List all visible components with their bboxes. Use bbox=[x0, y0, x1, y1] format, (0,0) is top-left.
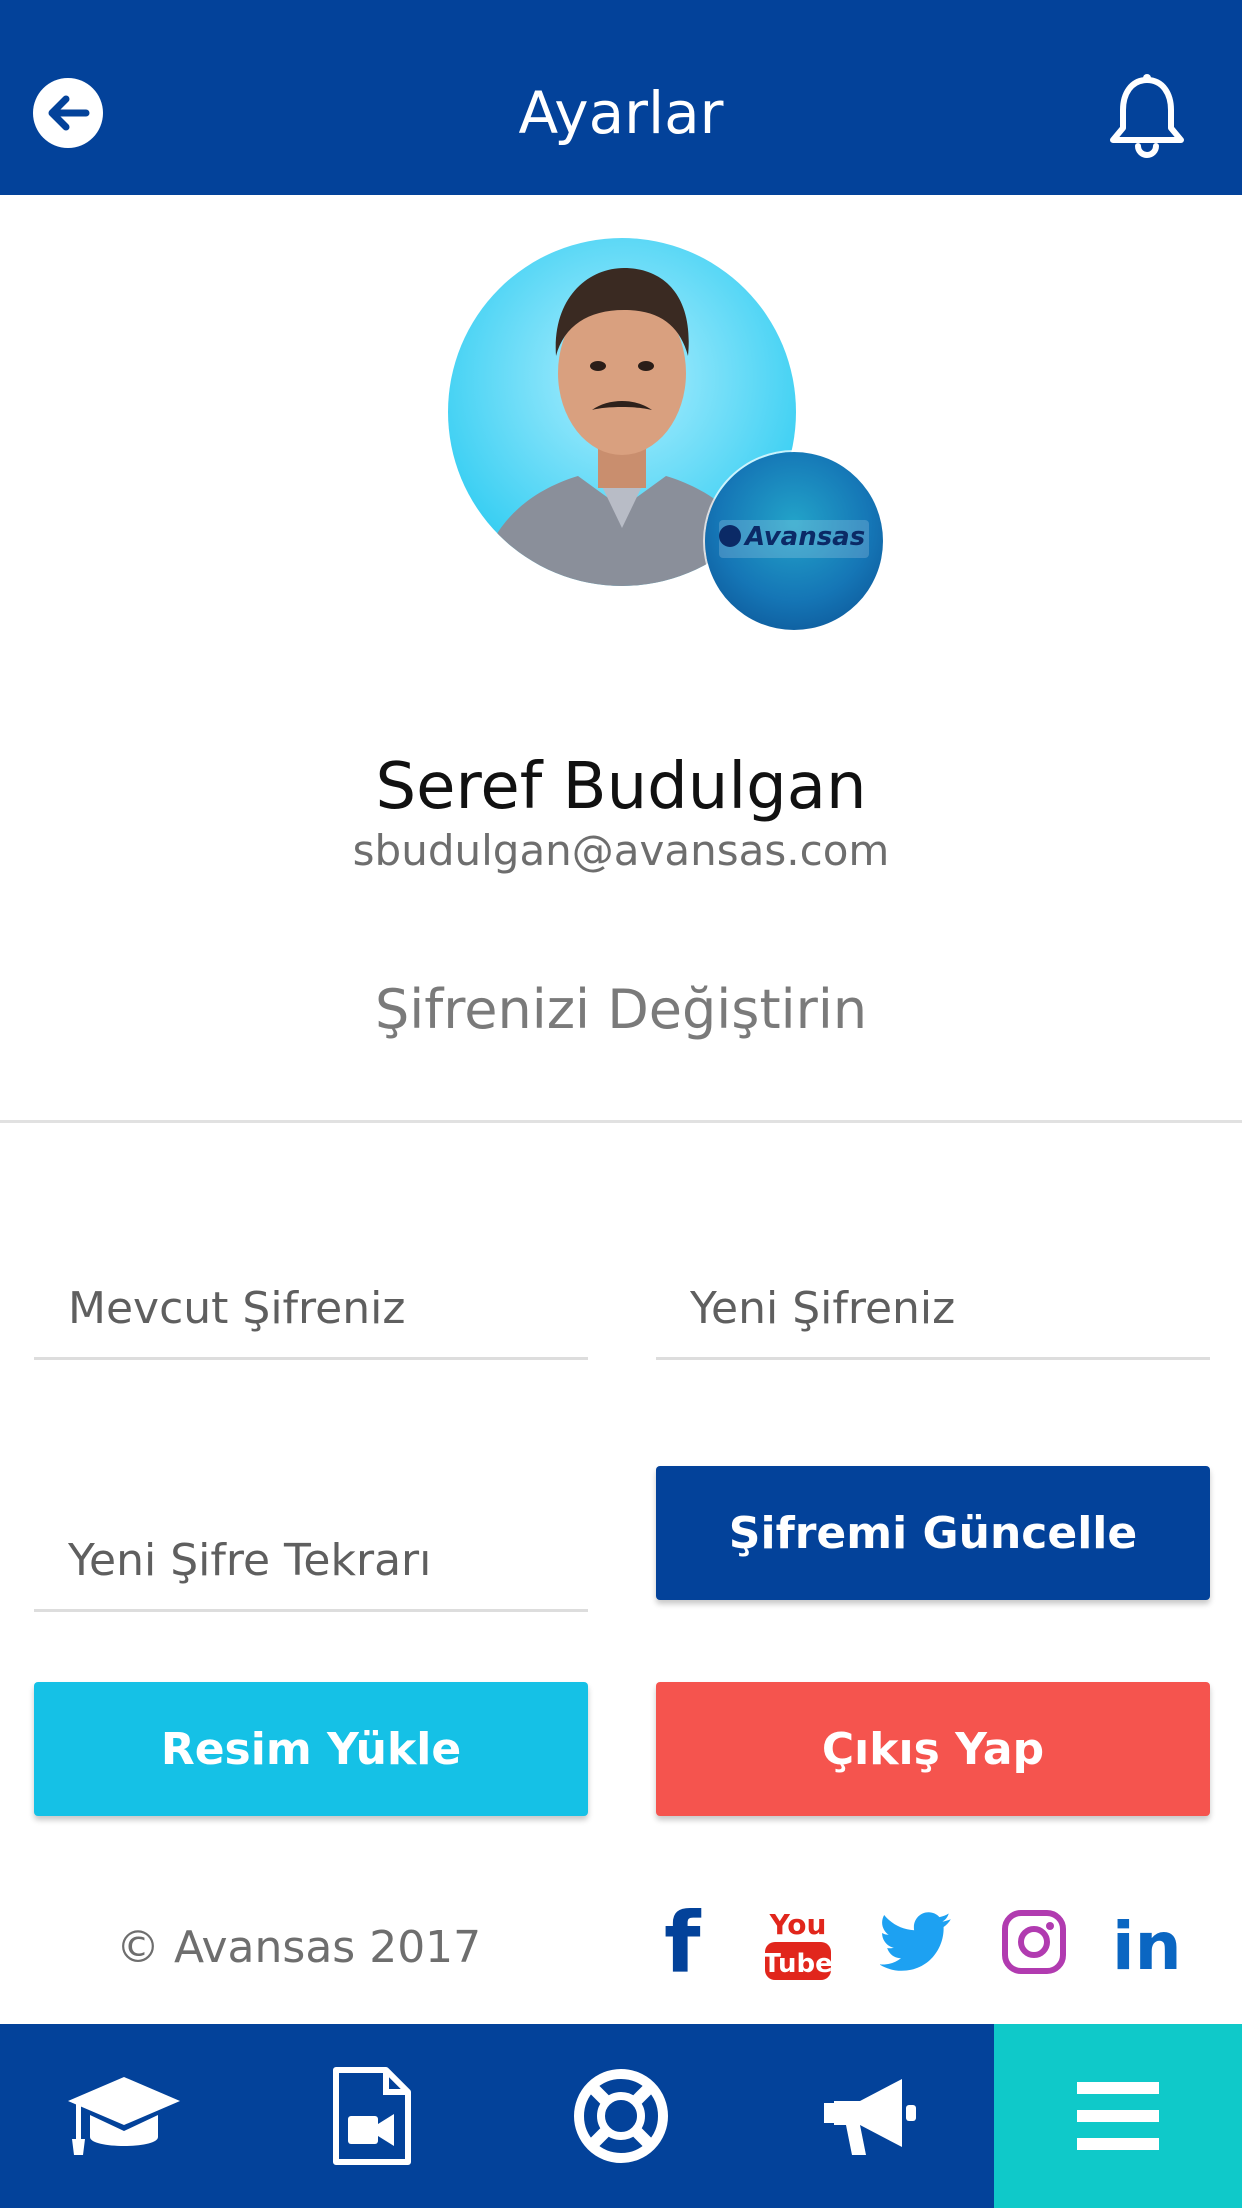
copyright-text: © Avansas 2017 bbox=[116, 1922, 482, 1973]
nav-videos[interactable] bbox=[248, 2024, 496, 2208]
change-password-title: Şifrenizi Değiştirin bbox=[374, 978, 868, 1041]
update-password-button[interactable]: Şifremi Güncelle bbox=[656, 1466, 1210, 1600]
facebook-link[interactable]: f bbox=[641, 1902, 721, 1982]
current-password-input[interactable] bbox=[34, 1260, 588, 1360]
linkedin-icon: in bbox=[1112, 1908, 1182, 1977]
youtube-glyph-top: You bbox=[769, 1908, 827, 1941]
megaphone-icon bbox=[824, 2079, 916, 2155]
youtube-icon: You Tube bbox=[763, 1908, 833, 1980]
notifications-button[interactable] bbox=[1102, 68, 1192, 164]
nav-support[interactable] bbox=[496, 2024, 746, 2208]
menu-icon bbox=[1077, 2082, 1159, 2150]
facebook-icon: f bbox=[664, 1902, 702, 1982]
brand-logo-dot bbox=[719, 525, 741, 547]
new-password-input[interactable] bbox=[656, 1260, 1210, 1360]
video-file-icon bbox=[333, 2067, 411, 2165]
user-email: sbudulgan@avansas.com bbox=[352, 826, 890, 875]
settings-screen: Ayarlar Avansas Seref Budulgan sbudulgan… bbox=[0, 0, 1242, 2208]
bell-icon bbox=[1110, 74, 1184, 158]
youtube-link[interactable]: You Tube bbox=[758, 1902, 838, 1982]
page-title: Ayarlar bbox=[518, 79, 724, 147]
brand-logo-text: Avansas bbox=[745, 522, 866, 552]
brand-badge: Avansas bbox=[705, 452, 883, 630]
nav-education[interactable] bbox=[0, 2024, 248, 2208]
linkedin-link[interactable]: in bbox=[1110, 1902, 1190, 1982]
instagram-link[interactable] bbox=[994, 1902, 1074, 1982]
twitter-link[interactable] bbox=[876, 1902, 956, 1982]
top-app-bar: Ayarlar bbox=[0, 0, 1242, 195]
user-name: Seref Budulgan bbox=[375, 750, 867, 824]
repeat-password-input[interactable] bbox=[34, 1512, 588, 1612]
youtube-glyph-bottom: Tube bbox=[763, 1949, 833, 1979]
graduation-cap-icon bbox=[68, 2077, 180, 2155]
lifebuoy-icon bbox=[574, 2069, 668, 2163]
divider bbox=[0, 1120, 1242, 1123]
upload-photo-button[interactable]: Resim Yükle bbox=[34, 1682, 588, 1816]
bottom-navigation bbox=[0, 2024, 1242, 2208]
instagram-icon bbox=[1002, 1910, 1066, 1974]
logout-button[interactable]: Çıkış Yap bbox=[656, 1682, 1210, 1816]
facebook-glyph: f bbox=[664, 1902, 702, 1982]
linkedin-glyph: in bbox=[1112, 1908, 1182, 1977]
nav-menu[interactable] bbox=[994, 2024, 1242, 2208]
nav-announcements[interactable] bbox=[746, 2024, 994, 2208]
twitter-icon bbox=[880, 1912, 951, 1971]
